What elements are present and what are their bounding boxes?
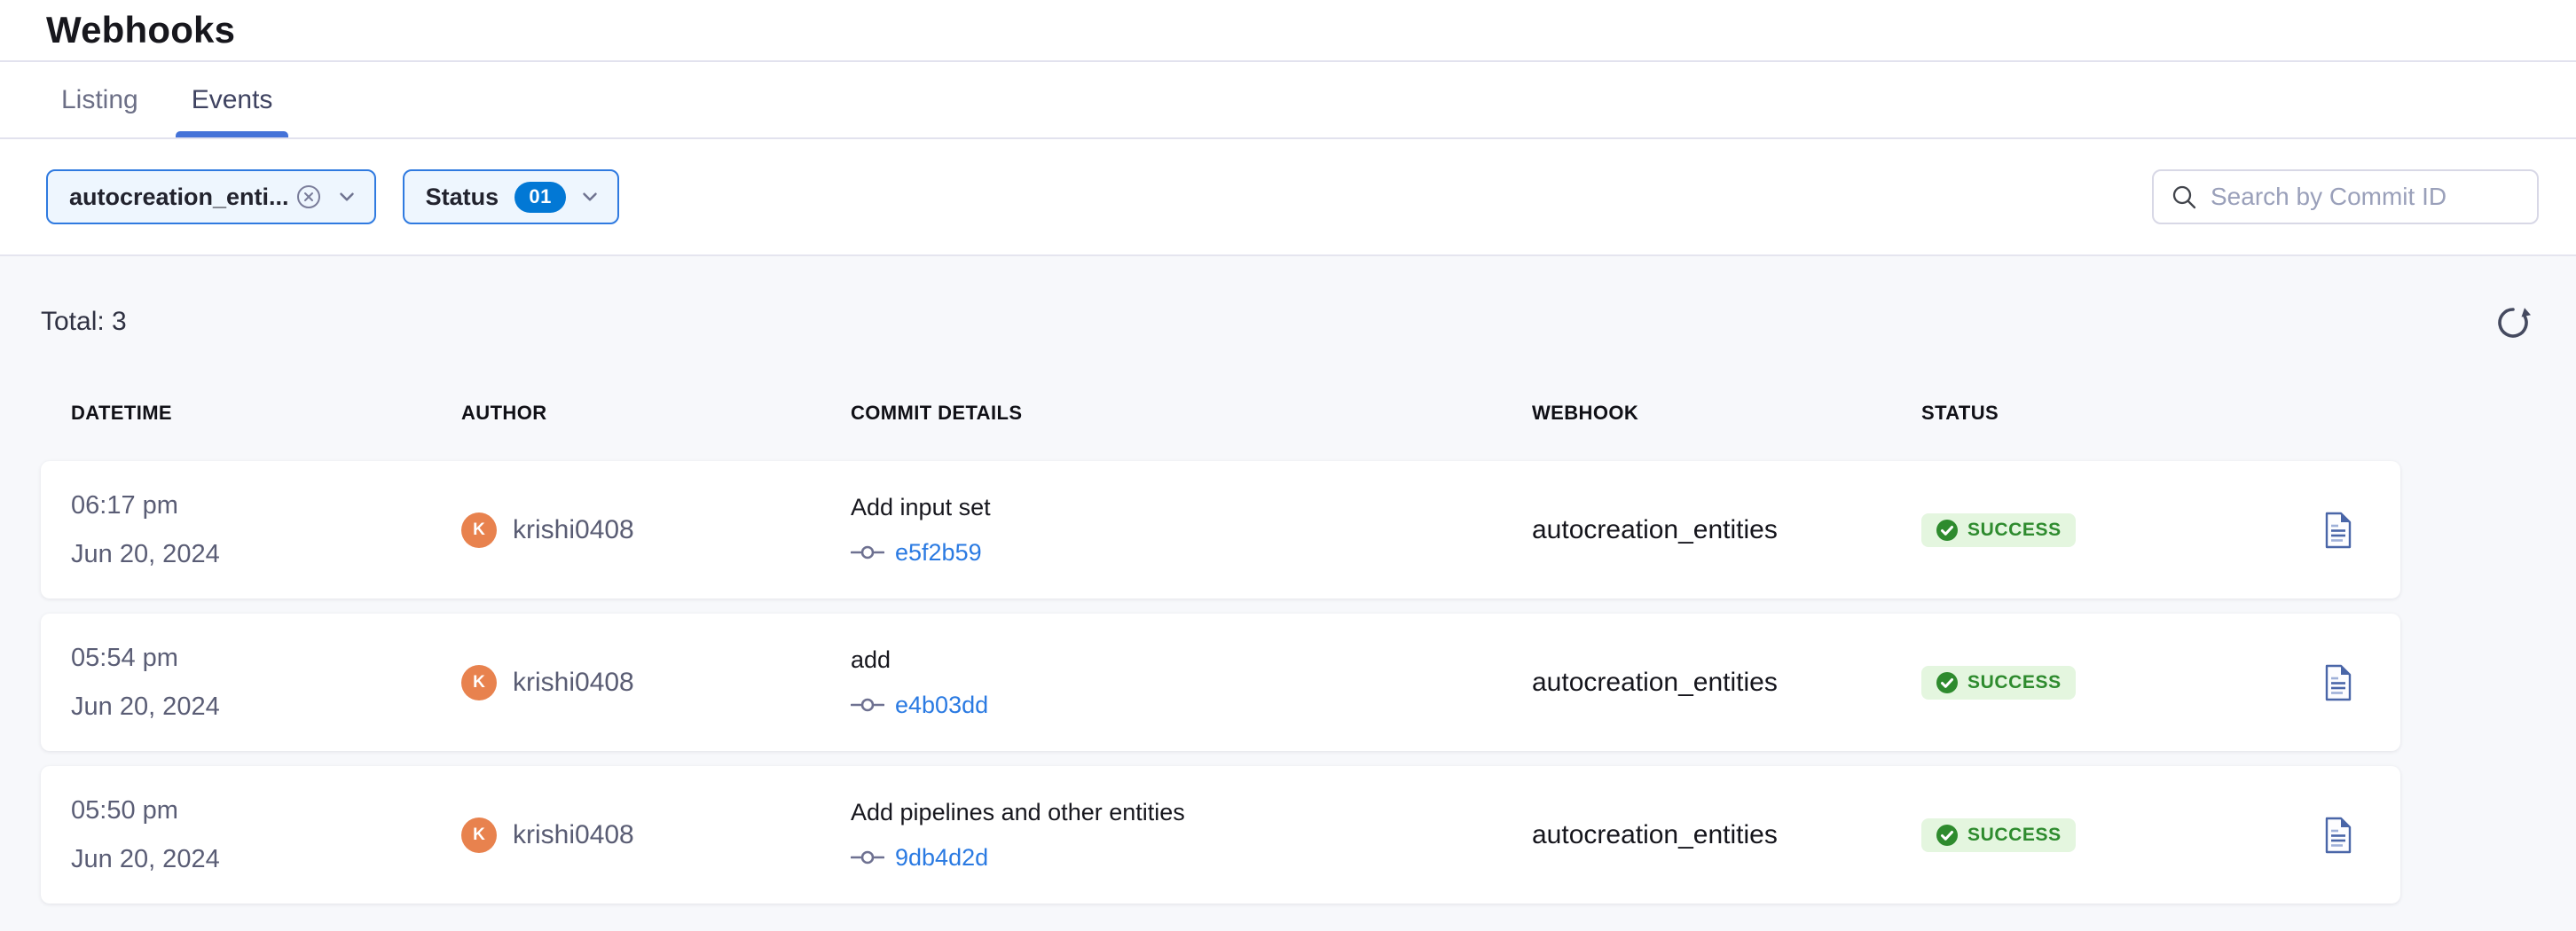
payload-document-icon[interactable]	[2322, 663, 2354, 702]
check-circle-icon	[1936, 824, 1959, 847]
events-list: 06:17 pm Jun 20, 2024 K krishi0408 Add i…	[41, 461, 2400, 904]
table-header: DATETIME AUTHOR COMMIT DETAILS WEBHOOK S…	[41, 393, 2400, 434]
event-date: Jun 20, 2024	[71, 845, 461, 874]
event-date: Jun 20, 2024	[71, 540, 461, 569]
status-label: SUCCESS	[1967, 672, 2062, 693]
event-table-row: 06:17 pm Jun 20, 2024 K krishi0408 Add i…	[41, 461, 2400, 598]
search-box	[2152, 169, 2539, 224]
status-cell: SUCCESS	[1921, 666, 2276, 700]
webhook-filter-chip[interactable]: autocreation_enti...	[46, 169, 376, 224]
status-cell: SUCCESS	[1921, 818, 2276, 852]
event-time: 05:54 pm	[71, 644, 461, 673]
author-name: krishi0408	[513, 515, 634, 545]
author-cell: K krishi0408	[461, 512, 851, 548]
author-cell: K krishi0408	[461, 665, 851, 700]
event-table-row: 05:54 pm Jun 20, 2024 K krishi0408 add e…	[41, 614, 2400, 751]
payload-cell	[2276, 511, 2400, 550]
event-time: 05:50 pm	[71, 796, 461, 825]
status-badge: SUCCESS	[1921, 513, 2076, 547]
status-label: SUCCESS	[1967, 825, 2062, 846]
page-title: Webhooks	[46, 9, 235, 51]
chevron-down-icon[interactable]	[335, 185, 358, 208]
column-header-author: AUTHOR	[461, 402, 851, 425]
commit-message: add	[851, 646, 1532, 674]
active-tab-indicator	[176, 131, 289, 137]
webhook-name-cell: autocreation_entities	[1532, 820, 1921, 850]
check-circle-icon	[1936, 671, 1959, 694]
check-circle-icon	[1936, 519, 1959, 542]
avatar: K	[461, 512, 497, 548]
commit-id-link[interactable]: 9db4d2d	[895, 844, 988, 872]
datetime-cell: 05:54 pm Jun 20, 2024	[71, 644, 461, 722]
status-badge: SUCCESS	[1921, 666, 2076, 700]
search-icon	[2170, 183, 2198, 211]
total-row: Total: 3	[41, 302, 2533, 341]
commit-message: Add input set	[851, 494, 1532, 521]
status-filter-chip[interactable]: Status 01	[403, 169, 620, 224]
events-content: Total: 3 DATETIME AUTHOR COMMIT DETAILS …	[0, 256, 2576, 931]
status-filter-count-badge: 01	[514, 182, 566, 213]
event-date: Jun 20, 2024	[71, 692, 461, 722]
commit-details-cell: Add input set e5f2b59	[851, 494, 1532, 567]
author-name: krishi0408	[513, 668, 634, 698]
event-time: 06:17 pm	[71, 491, 461, 520]
webhook-name-cell: autocreation_entities	[1532, 515, 1921, 545]
tabs-bar: Listing Events	[0, 62, 2576, 139]
webhooks-events-page: Webhooks Listing Events autocreation_ent…	[0, 0, 2576, 931]
datetime-cell: 06:17 pm Jun 20, 2024	[71, 491, 461, 569]
column-header-datetime: DATETIME	[71, 402, 461, 425]
author-cell: K krishi0408	[461, 818, 851, 853]
datetime-cell: 05:50 pm Jun 20, 2024	[71, 796, 461, 874]
tab-events[interactable]: Events	[186, 62, 279, 137]
status-label: SUCCESS	[1967, 520, 2062, 541]
refresh-icon	[2493, 301, 2533, 342]
commit-id-link[interactable]: e4b03dd	[895, 692, 988, 719]
avatar: K	[461, 818, 497, 853]
circle-x-icon[interactable]	[295, 183, 323, 211]
webhook-name-cell: autocreation_entities	[1532, 668, 1921, 698]
payload-document-icon[interactable]	[2322, 816, 2354, 855]
chevron-down-icon[interactable]	[578, 185, 601, 208]
tab-listing[interactable]: Listing	[56, 62, 144, 137]
payload-cell	[2276, 663, 2400, 702]
payload-document-icon[interactable]	[2322, 511, 2354, 550]
filter-bar: autocreation_enti... Status 01	[0, 139, 2576, 256]
avatar: K	[461, 665, 497, 700]
status-cell: SUCCESS	[1921, 513, 2276, 547]
commit-details-cell: Add pipelines and other entities 9db4d2d	[851, 799, 1532, 872]
column-header-status: STATUS	[1921, 402, 2276, 425]
commit-icon	[851, 694, 884, 716]
author-name: krishi0408	[513, 820, 634, 850]
search-input[interactable]	[2211, 183, 2521, 211]
tab-events-label: Events	[192, 85, 273, 115]
column-header-commit-details: COMMIT DETAILS	[851, 402, 1532, 425]
title-bar: Webhooks	[0, 0, 2576, 62]
total-count-label: Total: 3	[41, 307, 127, 337]
webhook-filter-label: autocreation_enti...	[69, 184, 289, 211]
commit-details-cell: add e4b03dd	[851, 646, 1532, 719]
column-header-webhook: WEBHOOK	[1532, 402, 1921, 425]
commit-id-link[interactable]: e5f2b59	[895, 539, 982, 567]
commit-message: Add pipelines and other entities	[851, 799, 1532, 826]
refresh-button[interactable]	[2493, 301, 2533, 342]
status-filter-label: Status	[426, 184, 499, 211]
event-table-row: 05:50 pm Jun 20, 2024 K krishi0408 Add p…	[41, 766, 2400, 904]
payload-cell	[2276, 816, 2400, 855]
commit-icon	[851, 847, 884, 868]
commit-icon	[851, 542, 884, 563]
tab-listing-label: Listing	[61, 85, 138, 115]
status-badge: SUCCESS	[1921, 818, 2076, 852]
